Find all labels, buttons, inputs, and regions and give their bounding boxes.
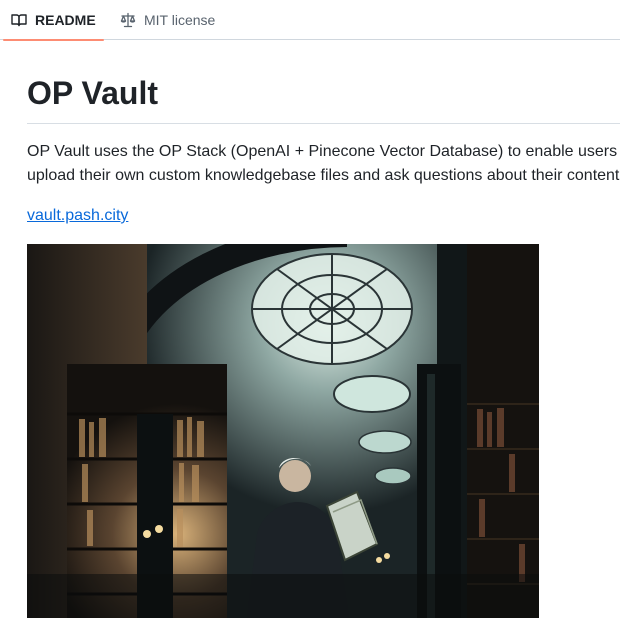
project-site-link[interactable]: vault.pash.city: [27, 205, 128, 227]
book-icon: [11, 12, 27, 28]
description-line: upload their own custom knowledgebase fi…: [27, 167, 620, 184]
readme-title: OP Vault: [27, 75, 159, 111]
description-line: OP Vault uses the OP Stack (OpenAI + Pin…: [27, 143, 618, 160]
readme-tab-bar: README MIT license: [0, 0, 620, 41]
tab-mit-license-label: MIT license: [144, 12, 216, 28]
tab-mit-license[interactable]: MIT license: [112, 0, 215, 40]
readme-description: OP Vault uses the OP Stack (OpenAI + Pin…: [27, 140, 620, 188]
law-icon: [120, 12, 136, 28]
title-divider: [27, 123, 620, 124]
readme-hero-image: [27, 244, 539, 618]
tab-readme-label: README: [35, 12, 96, 28]
tab-readme[interactable]: README: [3, 0, 104, 41]
